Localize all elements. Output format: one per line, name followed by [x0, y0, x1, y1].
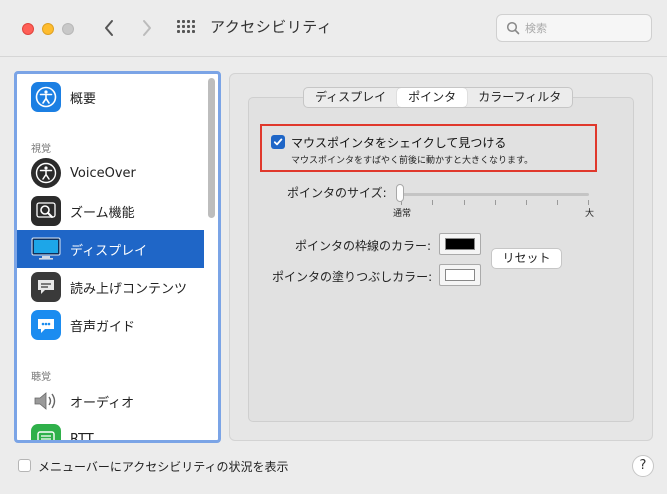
search-input[interactable]	[525, 20, 641, 36]
sidebar-item-label: RTT	[70, 431, 94, 443]
voiceover-icon	[31, 158, 61, 188]
pointer-size-slider[interactable]	[396, 184, 589, 205]
forward-button[interactable]	[135, 14, 159, 42]
sidebar-item-overview[interactable]: 概要	[17, 78, 204, 116]
title-bar: アクセシビリティ	[0, 0, 667, 57]
slider-min-label: 通常	[393, 209, 412, 219]
outline-color-swatch	[445, 238, 475, 250]
tab-display[interactable]: ディスプレイ	[304, 88, 397, 107]
zoom-icon	[31, 196, 61, 226]
sidebar-item-zoom[interactable]: ズーム機能	[17, 192, 204, 230]
slider-max-label: 大	[585, 209, 595, 219]
chat-bubble-icon	[31, 310, 61, 340]
sidebar-item-label: VoiceOver	[70, 165, 136, 181]
tab-color-filter[interactable]: カラーフィルタ	[467, 88, 572, 107]
sidebar-item-label: 音声ガイド	[70, 319, 136, 335]
sidebar-item-audio[interactable]: オーディオ	[17, 382, 204, 420]
chevron-left-icon	[105, 20, 113, 36]
help-button[interactable]: ?	[632, 455, 654, 477]
slider-tick	[526, 200, 527, 205]
checkmark-icon	[273, 138, 283, 146]
outline-color-well[interactable]	[439, 233, 481, 255]
slider-track	[398, 193, 589, 196]
show-all-grid-icon[interactable]	[176, 19, 196, 39]
tab-pointer[interactable]: ポインタ	[397, 88, 468, 107]
phone-icon	[31, 424, 61, 440]
fill-color-well[interactable]	[439, 264, 481, 286]
sidebar-item-label: オーディオ	[70, 395, 135, 411]
zoom-button[interactable]	[62, 23, 74, 35]
pointer-size-label: ポインタのサイズ:	[287, 186, 387, 200]
sidebar-item-spoken-content[interactable]: 読み上げコンテンツ	[17, 268, 204, 306]
sidebar-item-label: 読み上げコンテンツ	[70, 281, 188, 297]
slider-tick	[557, 200, 558, 205]
sidebar-scrollbar[interactable]	[208, 78, 215, 218]
slider-tick	[464, 200, 465, 205]
speaker-icon	[31, 386, 61, 416]
shake-to-locate-description: マウスポインタをすばやく前後に動かすと大きくなります。	[291, 156, 534, 166]
show-in-menubar-checkbox[interactable]	[18, 459, 31, 472]
sidebar-item-label: ディスプレイ	[70, 243, 148, 259]
sidebar-section-vision: 視覚	[31, 144, 51, 155]
show-in-menubar-label[interactable]: メニューバーにアクセシビリティの状況を表示	[38, 458, 289, 475]
speech-bubble-icon	[31, 272, 61, 302]
fill-color-swatch	[445, 269, 475, 281]
search-icon	[506, 21, 520, 35]
slider-tick	[588, 200, 589, 205]
preferences-window: アクセシビリティ 概要 視覚 VoiceOver	[0, 0, 667, 494]
chevron-right-icon	[143, 20, 151, 36]
sidebar-item-label: 概要	[70, 91, 97, 107]
close-button[interactable]	[22, 23, 34, 35]
sidebar-section-hearing: 聴覚	[31, 372, 51, 383]
slider-tick	[495, 200, 496, 205]
window-title: アクセシビリティ	[210, 18, 333, 36]
tab-bar: ディスプレイ ポインタ カラーフィルタ	[303, 87, 574, 108]
sidebar-item-display[interactable]: ディスプレイ	[17, 230, 204, 268]
shake-to-locate-label[interactable]: マウスポインタをシェイクして見つける	[291, 134, 506, 151]
sidebar-item-label: ズーム機能	[70, 205, 135, 221]
back-button[interactable]	[97, 14, 121, 42]
fill-color-label: ポインタの塗りつぶしカラー:	[272, 270, 433, 284]
accessibility-icon	[31, 82, 61, 112]
display-icon	[31, 234, 61, 264]
shake-to-locate-checkbox[interactable]	[271, 135, 285, 149]
minimize-button[interactable]	[42, 23, 54, 35]
reset-button[interactable]: リセット	[491, 248, 562, 269]
outline-color-label: ポインタの枠線のカラー:	[295, 239, 432, 253]
slider-tick	[432, 200, 433, 205]
slider-knob[interactable]	[396, 184, 404, 202]
sidebar-item-rtt[interactable]: RTT	[17, 420, 204, 443]
sidebar: 概要 視覚 VoiceOver ズーム機能 ディスプレイ 読み上げコンテンツ 音…	[14, 71, 221, 443]
sidebar-item-descriptions[interactable]: 音声ガイド	[17, 306, 204, 344]
search-field[interactable]	[496, 14, 652, 42]
sidebar-item-voiceover[interactable]: VoiceOver	[17, 154, 204, 192]
